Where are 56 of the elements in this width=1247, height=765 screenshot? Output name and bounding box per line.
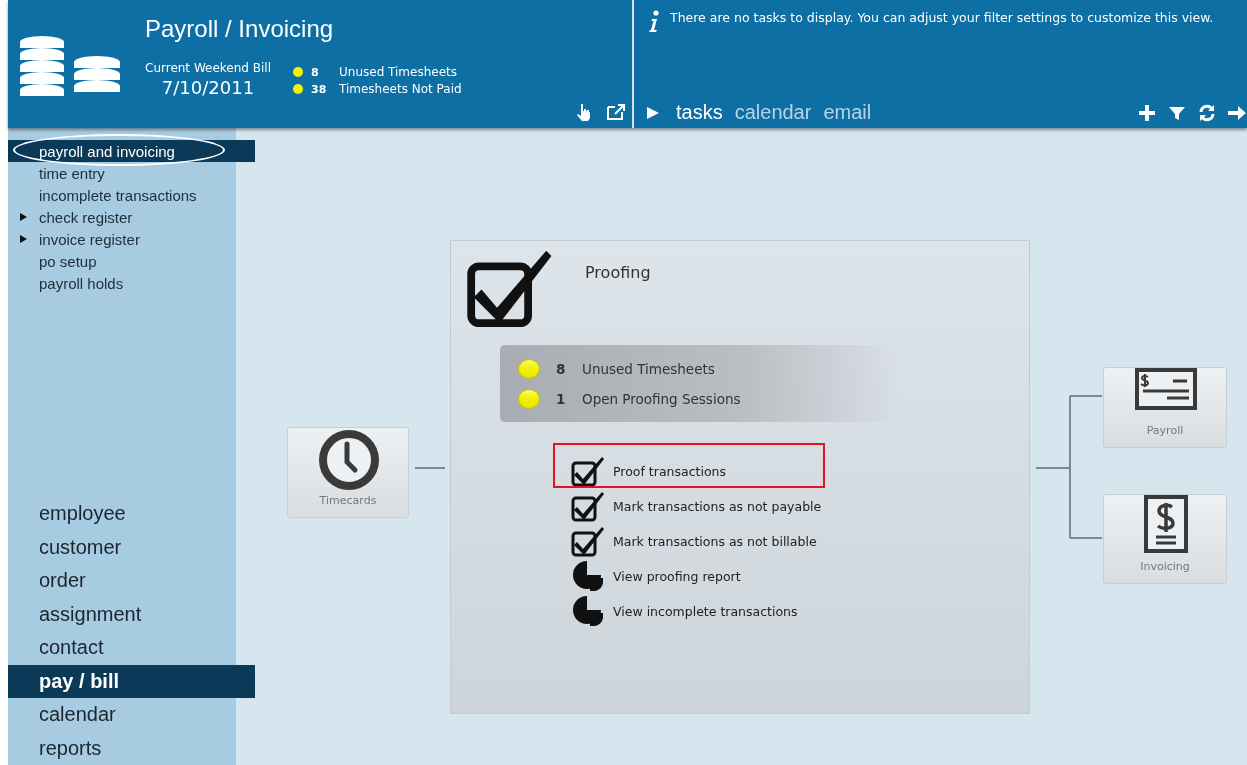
status-label: Unused Timesheets	[582, 360, 715, 377]
checkbox-tick-icon	[571, 454, 605, 488]
period-date: 7/10/2011	[161, 77, 255, 98]
stat-count: 38	[311, 82, 328, 96]
status-dot	[293, 67, 303, 77]
status-label: Open Proofing Sessions	[582, 390, 741, 407]
module-nav-item[interactable]: customer	[8, 530, 236, 564]
panel-tab[interactable]: email	[817, 101, 878, 124]
workflow-node[interactable]: Payroll	[1103, 367, 1227, 448]
panel-tab[interactable]: calendar	[728, 101, 818, 124]
status-dot	[293, 84, 303, 94]
checkbox-tick-icon	[571, 489, 605, 523]
invoice-dollar-icon	[1144, 495, 1188, 553]
module-nav-item[interactable]: pay / bill	[8, 664, 255, 698]
action-link[interactable]: Mark transactions as not billable	[613, 524, 817, 558]
checkbox-tick-icon	[571, 524, 605, 558]
bank-check-icon	[1135, 368, 1197, 410]
sidebar-item[interactable]: check register	[8, 206, 224, 228]
module-nav-item[interactable]: assignment	[8, 597, 236, 631]
plus-icon[interactable]	[1137, 102, 1157, 123]
action-link[interactable]: Proof transactions	[613, 454, 726, 488]
status-count: 1	[556, 390, 567, 407]
module-nav-item[interactable]: reports	[8, 731, 236, 765]
page-title: Payroll / Invoicing	[145, 15, 335, 43]
sidebar-item[interactable]: payroll holds	[8, 272, 224, 294]
workflow-node[interactable]: Invoicing	[1103, 494, 1227, 584]
stat-count: 8	[311, 65, 320, 79]
connector-line	[415, 467, 445, 469]
action-link[interactable]: View incomplete transactions	[613, 594, 798, 628]
sidebar-item[interactable]: time entry	[8, 162, 224, 184]
module-nav-item[interactable]: calendar	[8, 698, 236, 732]
module-nav-item[interactable]: contact	[8, 631, 236, 665]
stat-label: Unused Timesheets	[339, 65, 457, 79]
panel-tab[interactable]: tasks	[670, 101, 729, 124]
refresh-icon[interactable]	[1197, 102, 1217, 123]
pie-chart-icon	[571, 594, 605, 628]
info-icon	[646, 10, 660, 34]
sidebar-item[interactable]: po setup	[8, 250, 224, 272]
no-tasks-message: There are no tasks to display. You can adjust your filter settings to customize this view.	[670, 10, 1214, 25]
module-nav-item[interactable]: order	[8, 564, 236, 598]
sidebar-item[interactable]: invoice register	[8, 228, 224, 250]
module-nav-item[interactable]: employee	[8, 497, 236, 531]
sidebar-item[interactable]: incomplete transactions	[8, 184, 224, 206]
pie-chart-icon	[571, 559, 605, 593]
play-icon[interactable]	[646, 105, 660, 120]
status-count: 8	[556, 360, 567, 377]
status-dot	[518, 388, 540, 409]
status-dot	[518, 358, 540, 379]
action-link[interactable]: Mark transactions as not payable	[613, 489, 822, 523]
panel-title: Proofing	[585, 263, 651, 282]
action-link[interactable]: View proofing report	[613, 559, 741, 593]
clock-icon	[317, 428, 381, 492]
sidebar-item[interactable]: payroll and invoicing	[8, 140, 255, 162]
external-link-icon[interactable]	[606, 102, 626, 122]
period-label: Current Weekend Bill	[145, 61, 271, 75]
stat-label: Timesheets Not Paid	[339, 82, 462, 96]
